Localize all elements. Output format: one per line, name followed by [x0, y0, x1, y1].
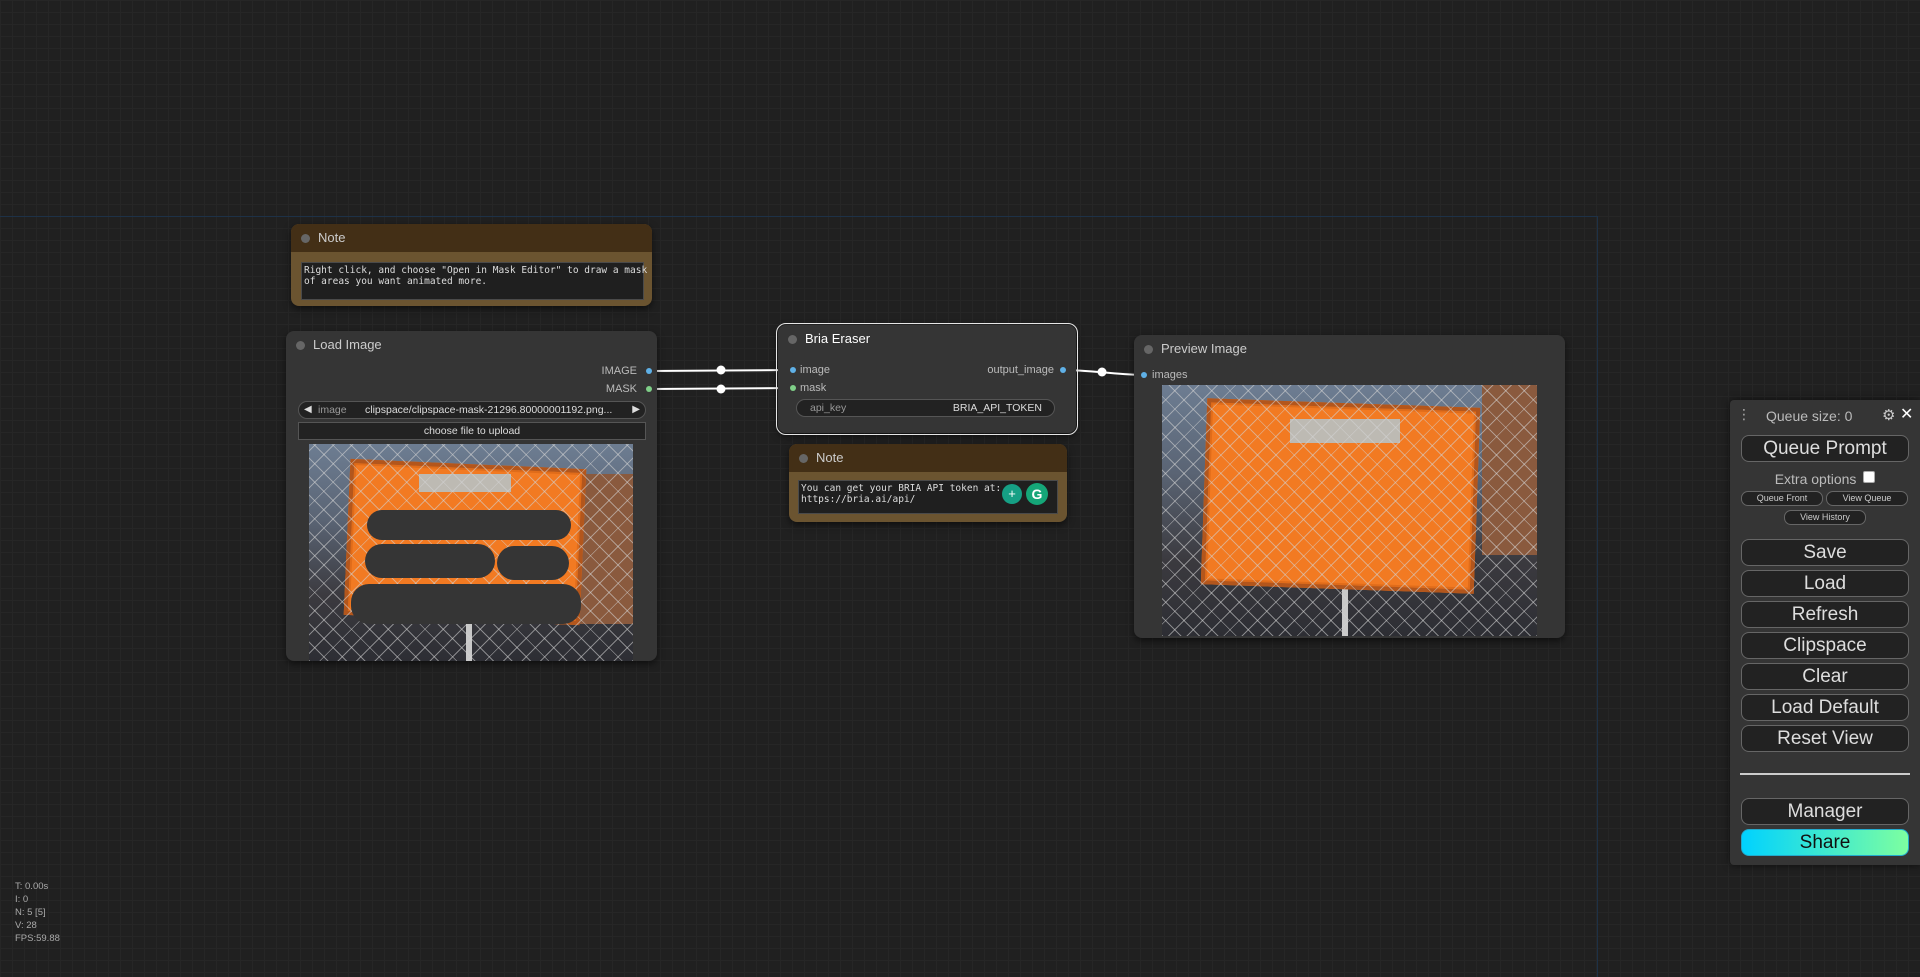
- output-mask-dot[interactable]: [646, 386, 652, 392]
- input-image-dot[interactable]: [790, 367, 796, 373]
- view-queue-button[interactable]: View Queue: [1826, 491, 1908, 506]
- node-title: Bria Eraser: [805, 331, 871, 346]
- reset-view-button[interactable]: Reset View: [1741, 725, 1909, 752]
- api-key-value: BRIA_API_TOKEN: [952, 402, 1042, 414]
- input-image-port[interactable]: image: [800, 364, 830, 376]
- node-title: Note: [318, 230, 346, 245]
- combo-value: clipspace/clipspace-mask-21296.800000011…: [365, 404, 613, 416]
- drag-handle-icon[interactable]: ⋮: [1737, 406, 1751, 423]
- node-title-bar[interactable]: Note: [291, 224, 652, 252]
- output-image-port[interactable]: IMAGE: [602, 365, 637, 377]
- note-textarea[interactable]: Right click, and choose "Open in Mask Ed…: [301, 262, 647, 300]
- collapse-dot-icon[interactable]: [301, 234, 310, 243]
- manager-button[interactable]: Manager: [1741, 798, 1909, 825]
- panel-divider: [1740, 773, 1910, 775]
- queue-front-button[interactable]: Queue Front: [1741, 491, 1823, 506]
- queue-prompt-button[interactable]: Queue Prompt: [1741, 435, 1909, 462]
- image-combo-widget[interactable]: ◀ image clipspace/clipspace-mask-21296.8…: [298, 401, 646, 419]
- combo-right-arrow-icon[interactable]: ▶: [632, 402, 640, 418]
- collapse-dot-icon[interactable]: [799, 454, 808, 463]
- render-stats: T: 0.00s I: 0 N: 5 [5] V: 28 FPS:59.88: [15, 880, 60, 945]
- combo-left-arrow-icon[interactable]: ◀: [304, 402, 312, 418]
- node-title-bar[interactable]: Bria Eraser: [778, 325, 1076, 353]
- panel-header: ⋮ Queue size: 0 ⚙ ✕: [1730, 406, 1920, 426]
- view-history-button[interactable]: View History: [1784, 510, 1866, 525]
- close-icon[interactable]: ✕: [1900, 404, 1913, 424]
- save-button[interactable]: Save: [1741, 539, 1909, 566]
- api-key-label: api_key: [810, 402, 847, 414]
- gear-icon[interactable]: ⚙: [1882, 406, 1895, 424]
- link-output-midpoint: [1097, 367, 1107, 377]
- api-key-widget[interactable]: api_key BRIA_API_TOKEN: [796, 399, 1055, 417]
- comfy-menu-panel: ⋮ Queue size: 0 ⚙ ✕ Queue Prompt Extra o…: [1730, 400, 1920, 865]
- stat-v: V: 28: [15, 920, 37, 931]
- preview-image-node[interactable]: Preview Image images: [1134, 335, 1565, 638]
- combo-label: image: [318, 404, 347, 416]
- node-title: Preview Image: [1161, 341, 1247, 356]
- clear-button[interactable]: Clear: [1741, 663, 1909, 690]
- output-mask-label: MASK: [605, 383, 637, 395]
- output-label: output_image: [987, 364, 1054, 376]
- input-image-label: image: [800, 364, 830, 376]
- collapse-dot-icon[interactable]: [788, 335, 797, 344]
- node-title-bar[interactable]: Load Image: [286, 331, 657, 359]
- preview-result-image: [1162, 385, 1537, 636]
- output-image-label: IMAGE: [601, 365, 637, 377]
- output-port[interactable]: output_image: [987, 364, 1054, 376]
- masked-sign-image: [309, 444, 633, 661]
- load-button[interactable]: Load: [1741, 570, 1909, 597]
- extra-options-checkbox[interactable]: [1863, 471, 1876, 483]
- choose-file-button[interactable]: choose file to upload: [298, 422, 646, 440]
- link-image-midpoint: [716, 365, 726, 375]
- input-images-label: images: [1152, 369, 1188, 381]
- node-title-bar[interactable]: Note: [789, 444, 1067, 472]
- bria-eraser-node[interactable]: Bria Eraser image mask output_image api_…: [776, 323, 1078, 435]
- collapse-dot-icon[interactable]: [1144, 345, 1153, 354]
- input-images-port[interactable]: images: [1152, 369, 1187, 381]
- node-title-bar[interactable]: Preview Image: [1134, 335, 1565, 363]
- load-image-node[interactable]: Load Image IMAGE MASK ◀ image clipspace/…: [286, 331, 657, 661]
- link-mask-midpoint: [716, 384, 726, 394]
- load-default-button[interactable]: Load Default: [1741, 694, 1909, 721]
- clipspace-button[interactable]: Clipspace: [1741, 632, 1909, 659]
- node-title: Note: [816, 450, 844, 465]
- collapse-dot-icon[interactable]: [296, 341, 305, 350]
- extension-icons: + G: [1000, 482, 1052, 506]
- lightbulb-extension-icon[interactable]: +: [1002, 484, 1022, 504]
- share-button[interactable]: Share: [1741, 829, 1909, 856]
- input-mask-label: mask: [800, 382, 827, 394]
- output-mask-port[interactable]: MASK: [606, 383, 637, 395]
- stat-nodes: N: 5 [5]: [15, 907, 46, 918]
- output-dot[interactable]: [1060, 367, 1066, 373]
- stat-i: I: 0: [15, 894, 29, 905]
- output-image-dot[interactable]: [646, 368, 652, 374]
- stat-time: T: 0.00s: [15, 881, 49, 892]
- extra-options-label: Extra options: [1774, 471, 1857, 487]
- stat-fps: FPS:59.88: [15, 933, 60, 944]
- input-mask-port[interactable]: mask: [800, 382, 826, 394]
- grammarly-icon[interactable]: G: [1026, 483, 1048, 505]
- extra-options-row: Extra options: [1730, 471, 1920, 487]
- note-node-bria-token[interactable]: Note You can get your BRIA API token at:…: [789, 444, 1067, 522]
- note-node-mask-hint[interactable]: Note Right click, and choose "Open in Ma…: [291, 224, 652, 306]
- queue-size-text: Queue size: 0: [1766, 408, 1853, 424]
- input-mask-dot[interactable]: [790, 385, 796, 391]
- refresh-button[interactable]: Refresh: [1741, 601, 1909, 628]
- node-title: Load Image: [313, 337, 382, 352]
- input-images-dot[interactable]: [1141, 372, 1147, 378]
